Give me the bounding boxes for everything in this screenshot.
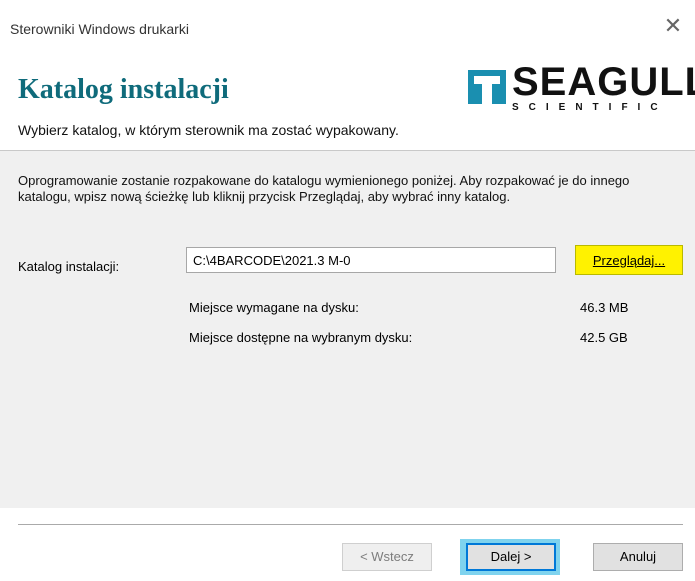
wizard-header: Katalog instalacji Wybierz katalog, w kt… xyxy=(0,46,695,150)
description-text: Oprogramowanie zostanie rozpakowane do k… xyxy=(18,173,630,204)
seagull-logo: SEAGULL SCIENTIFIC xyxy=(468,62,695,124)
seagull-logo-mark-icon xyxy=(468,70,506,104)
browse-button[interactable]: Przeglądaj... xyxy=(575,245,683,275)
wizard-content: Oprogramowanie zostanie rozpakowane do k… xyxy=(0,151,695,575)
close-icon[interactable]: ✕ xyxy=(661,14,685,38)
cancel-button[interactable]: Anuluj xyxy=(593,543,683,571)
next-button[interactable]: Dalej > xyxy=(466,543,556,571)
space-available-label: Miejsce dostępne na wybranym dysku: xyxy=(189,330,413,345)
install-dir-label: Katalog instalacji: xyxy=(18,259,120,274)
logo-subtext: SCIENTIFIC xyxy=(512,102,668,113)
logo-wordmark: SEAGULL xyxy=(512,60,695,104)
title-bar: Sterowniki Windows drukarki ✕ xyxy=(0,0,695,46)
space-available-value: 42.5 GB xyxy=(580,330,628,345)
space-required-value: 46.3 MB xyxy=(580,300,629,315)
page-title: Katalog instalacji xyxy=(18,74,229,105)
window-title: Sterowniki Windows drukarki xyxy=(10,21,189,37)
install-dir-input[interactable]: C:\4BARCODE\2021.3 M-0 xyxy=(186,247,556,273)
page-subtitle: Wybierz katalog, w którym sterownik ma z… xyxy=(18,122,399,138)
back-button[interactable]: < Wstecz xyxy=(342,543,432,571)
footer-divider xyxy=(18,524,683,525)
space-required-label: Miejsce wymagane na dysku: xyxy=(189,300,359,315)
